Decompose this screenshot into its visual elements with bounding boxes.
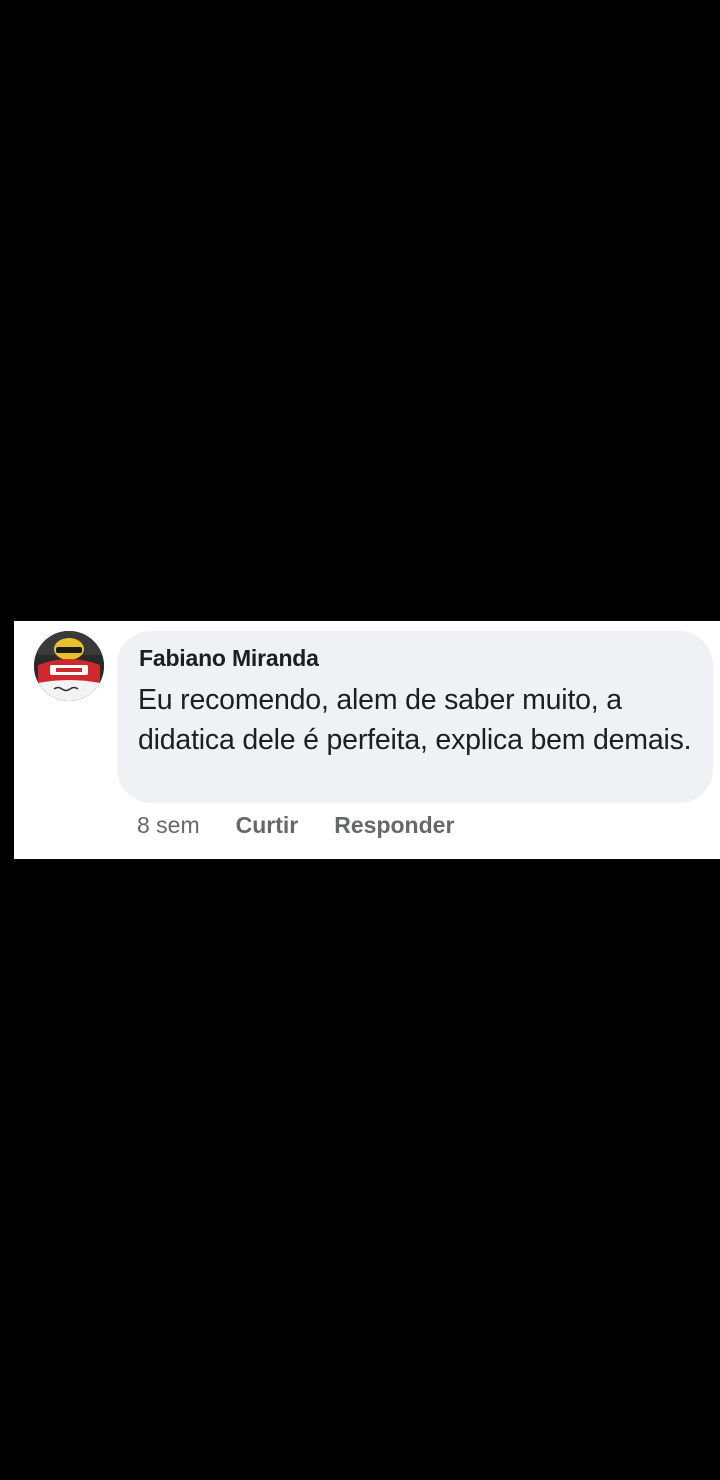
like-button[interactable]: Curtir	[236, 812, 299, 839]
reply-button[interactable]: Responder	[334, 812, 454, 839]
avatar-image	[34, 631, 104, 701]
comment-card: Fabiano Miranda Eu recomendo, alem de sa…	[14, 621, 720, 859]
comment-timestamp[interactable]: 8 sem	[137, 812, 200, 839]
comment-author[interactable]: Fabiano Miranda	[139, 645, 319, 672]
comment-text: Eu recomendo, alem de saber muito, a did…	[138, 684, 692, 756]
comment-actions: 8 sem Curtir Responder	[137, 810, 454, 840]
screen: Fabiano Miranda Eu recomendo, alem de sa…	[0, 0, 720, 1480]
comment-bubble: Fabiano Miranda Eu recomendo, alem de sa…	[117, 631, 713, 803]
avatar[interactable]	[34, 631, 104, 701]
